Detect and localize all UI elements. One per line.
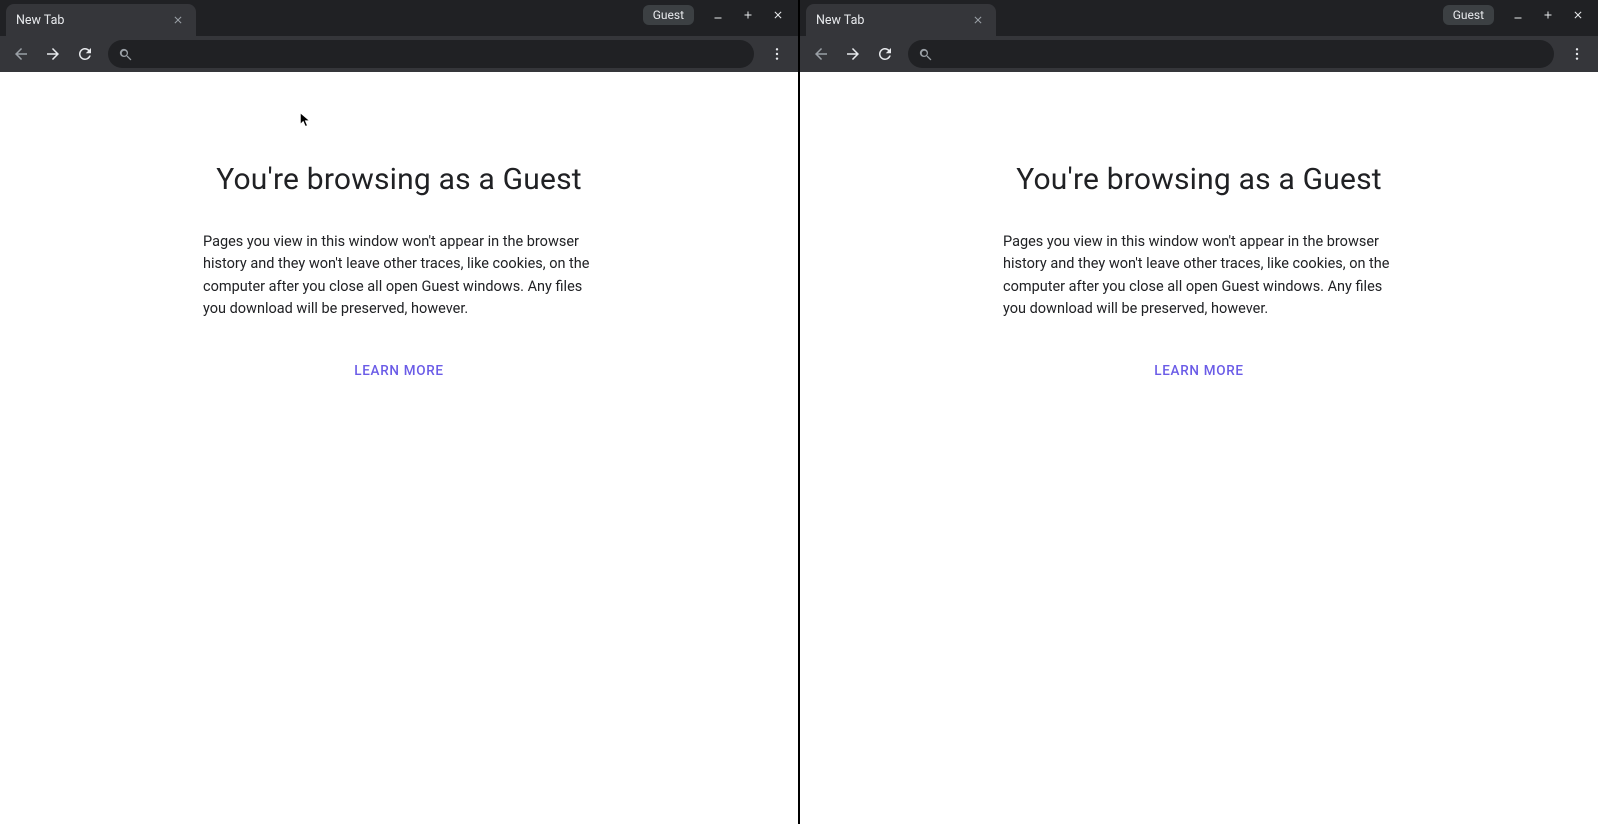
toolbar bbox=[0, 36, 798, 72]
tab-new-tab[interactable]: New Tab bbox=[6, 4, 196, 36]
close-tab-icon[interactable] bbox=[170, 12, 186, 28]
tab-title: New Tab bbox=[816, 13, 970, 28]
back-button[interactable] bbox=[806, 39, 836, 69]
kebab-menu-button[interactable] bbox=[1562, 39, 1592, 69]
tab-new-tab[interactable]: New Tab bbox=[806, 4, 996, 36]
browser-window-left: New Tab Guest bbox=[0, 0, 798, 824]
forward-button[interactable] bbox=[838, 39, 868, 69]
browser-window-right: New Tab Guest bbox=[798, 0, 1598, 824]
guest-badge[interactable]: Guest bbox=[643, 5, 694, 25]
titlebar: New Tab Guest bbox=[0, 0, 798, 36]
learn-more-link[interactable]: LEARN MORE bbox=[1154, 363, 1244, 379]
kebab-menu-button[interactable] bbox=[762, 39, 792, 69]
search-icon bbox=[118, 47, 133, 62]
back-button[interactable] bbox=[6, 39, 36, 69]
window-controls: Guest bbox=[643, 4, 792, 26]
toolbar bbox=[800, 36, 1598, 72]
page-content: You're browsing as a Guest Pages you vie… bbox=[800, 72, 1598, 824]
minimize-button[interactable] bbox=[1504, 4, 1532, 26]
new-tab-button-slot[interactable] bbox=[1002, 6, 1030, 34]
window-controls: Guest bbox=[1443, 4, 1592, 26]
minimize-button[interactable] bbox=[704, 4, 732, 26]
guest-heading: You're browsing as a Guest bbox=[216, 162, 582, 197]
address-bar[interactable] bbox=[108, 40, 754, 68]
close-tab-icon[interactable] bbox=[970, 12, 986, 28]
guest-heading: You're browsing as a Guest bbox=[1016, 162, 1382, 197]
tab-title: New Tab bbox=[16, 13, 170, 28]
maximize-button[interactable] bbox=[1534, 4, 1562, 26]
forward-button[interactable] bbox=[38, 39, 68, 69]
guest-body-text: Pages you view in this window won't appe… bbox=[203, 231, 595, 321]
search-icon bbox=[918, 47, 933, 62]
new-tab-button-slot[interactable] bbox=[202, 6, 230, 34]
address-bar[interactable] bbox=[908, 40, 1554, 68]
learn-more-link[interactable]: LEARN MORE bbox=[354, 363, 444, 379]
page-content: You're browsing as a Guest Pages you vie… bbox=[0, 72, 798, 824]
reload-button[interactable] bbox=[870, 39, 900, 69]
reload-button[interactable] bbox=[70, 39, 100, 69]
close-window-button[interactable] bbox=[764, 4, 792, 26]
close-window-button[interactable] bbox=[1564, 4, 1592, 26]
guest-badge[interactable]: Guest bbox=[1443, 5, 1494, 25]
titlebar: New Tab Guest bbox=[800, 0, 1598, 36]
cursor-icon bbox=[299, 111, 313, 129]
guest-body-text: Pages you view in this window won't appe… bbox=[1003, 231, 1395, 321]
maximize-button[interactable] bbox=[734, 4, 762, 26]
